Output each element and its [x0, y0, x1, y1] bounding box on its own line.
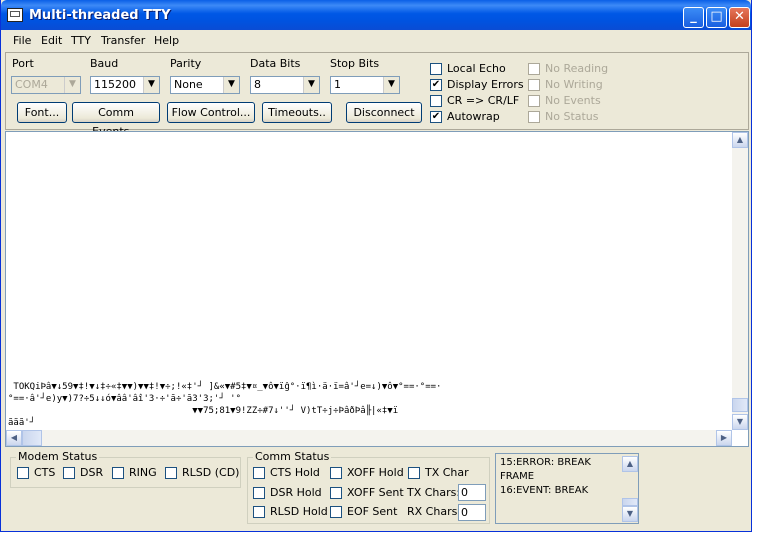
no-reading-label: No Reading [545, 62, 609, 75]
port-select[interactable]: COM4 ▼ [11, 76, 81, 94]
event-log[interactable]: 15:ERROR: BREAK FRAME 16:EVENT: BREAK ▲ … [495, 453, 639, 524]
flow-control-button[interactable]: Flow Control... [167, 102, 255, 123]
modem-status-title: Modem Status [16, 450, 100, 463]
cts-hold-label: CTS Hold [270, 466, 320, 479]
close-button[interactable]: ✕ [729, 7, 750, 28]
local-echo-checkbox[interactable] [430, 63, 442, 75]
timeouts-button[interactable]: Timeouts.. [262, 102, 332, 123]
event-log-scroll-thumb[interactable] [622, 498, 638, 506]
chevron-down-icon: ▼ [143, 77, 159, 93]
tx-char-checkbox[interactable] [408, 467, 420, 479]
parity-label: Parity [170, 57, 202, 70]
chevron-down-icon: ▼ [303, 77, 319, 93]
parity-select[interactable]: None ▼ [170, 76, 240, 94]
cr-crlf-checkbox[interactable] [430, 95, 442, 107]
tx-char-label: TX Char [425, 466, 469, 479]
tx-chars-field: 0 [458, 484, 486, 501]
horizontal-scrollbar[interactable]: ◀ ▶ [6, 430, 732, 446]
terminal-line: TOKQiÞâ▼↓59▼‡!▼↓‡÷«‡▼▼)▼▼‡!▼÷;!«‡'┘ ]&«▼… [8, 382, 442, 392]
data-bits-label: Data Bits [250, 57, 301, 70]
app-window: Multi-threaded TTY _ □ ✕ File Edit TTY T… [0, 0, 752, 532]
event-log-line: 16:EVENT: BREAK [500, 485, 589, 496]
no-writing-label: No Writing [545, 78, 603, 91]
dsr-hold-checkbox[interactable] [253, 487, 265, 499]
no-status-checkbox[interactable] [528, 111, 540, 123]
eof-sent-label: EOF Sent [347, 505, 398, 518]
dsr-label: DSR [80, 466, 104, 479]
menu-transfer[interactable]: Transfer [101, 34, 145, 47]
font-button[interactable]: Font... [17, 102, 67, 123]
baud-label: Baud [90, 57, 119, 70]
no-events-label: No Events [545, 94, 601, 107]
display-errors-checkbox[interactable]: ✔ [430, 79, 442, 91]
terminal-line: ▼▼75;81▼9!ZZ÷#7↓''┘ V)tT÷j÷ÞâðÞâ╟|«‡▼ï [8, 406, 399, 416]
rlsd-hold-checkbox[interactable] [253, 506, 265, 518]
local-echo-label: Local Echo [447, 62, 506, 75]
xoff-sent-checkbox[interactable] [330, 487, 342, 499]
maximize-button[interactable]: □ [706, 7, 727, 28]
minimize-button[interactable]: _ [683, 7, 704, 28]
event-log-line: FRAME [500, 471, 535, 482]
menu-edit[interactable]: Edit [41, 34, 62, 47]
scroll-down-icon[interactable]: ▼ [622, 506, 638, 522]
baud-select[interactable]: 115200 ▼ [90, 76, 160, 94]
no-events-checkbox[interactable] [528, 95, 540, 107]
scroll-left-icon[interactable]: ◀ [6, 430, 22, 446]
no-writing-checkbox[interactable] [528, 79, 540, 91]
comm-status-title: Comm Status [253, 450, 332, 463]
disconnect-button[interactable]: Disconnect [346, 102, 422, 123]
comm-events-button[interactable]: Comm Events... [72, 102, 160, 138]
scroll-down-icon[interactable]: ▼ [732, 414, 748, 430]
chevron-down-icon: ▼ [223, 77, 239, 93]
vertical-scrollbar[interactable]: ▲ ▼ [732, 132, 748, 430]
chevron-down-icon: ▼ [383, 77, 399, 93]
scroll-up-icon[interactable]: ▲ [622, 456, 638, 472]
chevron-down-icon: ▼ [64, 77, 80, 93]
cts-checkbox[interactable] [17, 467, 29, 479]
stop-bits-label: Stop Bits [330, 57, 380, 70]
horizontal-scroll-thumb[interactable] [22, 430, 42, 446]
menu-bar: File Edit TTY Transfer Help [1, 31, 751, 50]
stop-bits-select[interactable]: 1 ▼ [330, 76, 400, 94]
dsr-checkbox[interactable] [63, 467, 75, 479]
ring-label: RING [129, 466, 157, 479]
xoff-hold-label: XOFF Hold [347, 466, 404, 479]
port-label: Port [12, 57, 34, 70]
rlsd-hold-label: RLSD Hold [270, 505, 328, 518]
scroll-right-icon[interactable]: ▶ [716, 430, 732, 446]
rlsd-checkbox[interactable] [165, 467, 177, 479]
menu-file[interactable]: File [13, 34, 31, 47]
display-errors-label: Display Errors [447, 78, 524, 91]
tx-chars-label: TX Chars: [407, 486, 461, 499]
no-reading-checkbox[interactable] [528, 63, 540, 75]
xoff-sent-label: XOFF Sent [347, 486, 404, 499]
autowrap-label: Autowrap [447, 110, 500, 123]
terminal-line: ããã'┘ [8, 418, 36, 428]
window-title: Multi-threaded TTY [29, 8, 171, 23]
menu-help[interactable]: Help [154, 34, 179, 47]
terminal-line: °==·â'┘e)y▼)7?÷5↓↓ó▼ââ'âî'3·÷'ā÷'ā3'3;'┘… [8, 394, 241, 404]
terminal-output[interactable]: TOKQiÞâ▼↓59▼‡!▼↓‡÷«‡▼▼)▼▼‡!▼÷;!«‡'┘ ]&«▼… [5, 131, 749, 447]
rlsd-label: RLSD (CD) [182, 466, 240, 479]
eof-sent-checkbox[interactable] [330, 506, 342, 518]
rx-chars-field: 0 [458, 504, 486, 521]
no-status-label: No Status [545, 110, 599, 123]
scroll-up-icon[interactable]: ▲ [732, 132, 748, 148]
xoff-hold-checkbox[interactable] [330, 467, 342, 479]
ring-checkbox[interactable] [112, 467, 124, 479]
title-bar[interactable]: Multi-threaded TTY _ □ ✕ [1, 0, 751, 30]
rx-chars-label: RX Chars: [407, 505, 462, 518]
cr-crlf-label: CR => CR/LF [447, 94, 520, 107]
dsr-hold-label: DSR Hold [270, 486, 322, 499]
event-log-line: 15:ERROR: BREAK [500, 457, 591, 468]
autowrap-checkbox[interactable]: ✔ [430, 111, 442, 123]
data-bits-select[interactable]: 8 ▼ [250, 76, 320, 94]
app-icon [7, 8, 23, 22]
desktop-edge [752, 0, 757, 535]
cts-hold-checkbox[interactable] [253, 467, 265, 479]
vertical-scroll-thumb[interactable] [732, 398, 748, 412]
cts-label: CTS [34, 466, 56, 479]
menu-tty[interactable]: TTY [71, 34, 91, 47]
